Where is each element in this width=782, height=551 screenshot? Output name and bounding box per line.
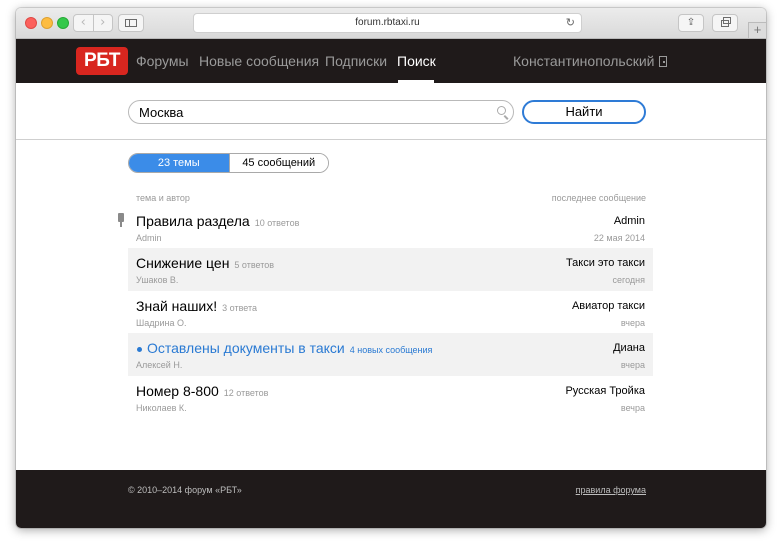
topic-author: Шадрина О. <box>136 318 187 328</box>
nav-search[interactable]: Поиск <box>397 39 436 83</box>
table-row[interactable]: Правила раздела 10 ответов Admin Admin 22… <box>118 206 653 249</box>
new-message-count: 4 новых сообщения <box>349 345 433 355</box>
show-tabs-button[interactable] <box>712 14 738 32</box>
topic-title-text: Оставлены документы в такси <box>147 340 345 356</box>
topic-title-text: Снижение цен <box>136 255 230 271</box>
topic-title[interactable]: Снижение цен 5 ответов <box>136 255 274 271</box>
user-name: Константинопольский <box>513 53 655 69</box>
sidebar-icon <box>125 19 137 27</box>
topic-title-text: Номер 8-800 <box>136 383 219 399</box>
topic-title[interactable]: Номер 8-800 12 ответов <box>136 383 268 399</box>
browser-titlebar: ‹ › forum.rbtaxi.ru ↻ ⇪ + <box>16 8 766 39</box>
logout-door-icon[interactable] <box>659 56 668 67</box>
table-row[interactable]: Оставлены документы в такси 4 новых сообщ… <box>128 333 653 376</box>
share-icon: ⇪ <box>686 17 696 28</box>
nav-forums[interactable]: Форумы <box>136 39 189 83</box>
user-menu[interactable]: Константинопольский <box>513 39 668 83</box>
site-navbar: РБТ Форумы Новые сообщения Подписки Поис… <box>16 39 766 83</box>
address-bar[interactable]: forum.rbtaxi.ru ↻ <box>193 13 582 33</box>
last-message-date: сегодня <box>612 275 646 285</box>
reply-count: 3 ответа <box>222 303 258 313</box>
last-message-author[interactable]: Диана <box>613 342 645 354</box>
reload-icon[interactable]: ↻ <box>566 14 575 32</box>
topic-title[interactable]: Знай наших! 3 ответа <box>136 298 257 314</box>
topic-title[interactable]: Правила раздела 10 ответов <box>136 213 299 229</box>
plus-icon: + <box>753 22 762 37</box>
new-tab-button[interactable]: + <box>748 22 766 38</box>
site-logo[interactable]: РБТ <box>76 47 128 75</box>
topic-author: Николаев К. <box>136 403 187 413</box>
table-row[interactable]: Номер 8-800 12 ответов Николаев К. Русска… <box>128 376 653 419</box>
pin-icon <box>118 213 124 227</box>
last-message-author[interactable]: Русская Тройка <box>565 385 645 397</box>
address-url: forum.rbtaxi.ru <box>355 17 420 28</box>
find-button[interactable]: Найти <box>522 100 646 124</box>
table-row[interactable]: Знай наших! 3 ответа Шадрина О. Авиатор т… <box>128 291 653 334</box>
zoom-window-icon[interactable] <box>57 17 69 29</box>
tab-messages[interactable]: 45 сообщений <box>228 154 328 172</box>
reply-count: 12 ответов <box>223 388 269 398</box>
reply-count: 5 ответов <box>234 260 275 270</box>
search-icon <box>497 106 506 115</box>
topic-title[interactable]: Оставлены документы в такси 4 новых сообщ… <box>147 340 432 356</box>
copyright-text: © 2010–2014 форум «РБТ» <box>128 485 242 495</box>
last-message-author[interactable]: Admin <box>614 215 645 227</box>
share-button[interactable]: ⇪ <box>678 14 704 32</box>
forward-chevron-icon[interactable]: › <box>94 15 113 31</box>
search-input[interactable] <box>128 100 514 124</box>
search-bar: Найти <box>16 83 766 140</box>
tabs-icon <box>721 17 731 27</box>
last-message-author[interactable]: Авиатор такси <box>572 300 645 312</box>
nav-new-messages[interactable]: Новые сообщения <box>199 39 319 83</box>
last-message-date: вчера <box>620 360 645 370</box>
minimize-window-icon[interactable] <box>41 17 53 29</box>
forum-rules-link[interactable]: правила форума <box>576 485 646 495</box>
last-message-date: 22 мая 2014 <box>593 233 645 243</box>
table-row[interactable]: Снижение цен 5 ответов Ушаков В. Такси эт… <box>128 248 653 291</box>
topic-title-text: Знай наших! <box>136 298 218 314</box>
close-window-icon[interactable] <box>25 17 37 29</box>
nav-subscriptions[interactable]: Подписки <box>325 39 387 83</box>
column-header-topic: тема и автор <box>136 193 190 203</box>
last-message-author[interactable]: Такси это такси <box>566 257 645 269</box>
site-footer: © 2010–2014 форум «РБТ» правила форума <box>16 470 766 528</box>
results-type-toggle: 23 темы 45 сообщений <box>128 153 329 173</box>
browser-window: ‹ › forum.rbtaxi.ru ↻ ⇪ + РБТ Форумы Нов… <box>16 8 766 528</box>
topic-author: Ушаков В. <box>136 275 179 285</box>
back-chevron-icon[interactable]: ‹ <box>74 15 94 31</box>
topic-title-text: Правила раздела <box>136 213 250 229</box>
topic-author: Алексей Н. <box>136 360 183 370</box>
column-header-last-message: последнее сообщение <box>551 193 646 203</box>
last-message-date: вчера <box>620 318 645 328</box>
unread-dot-icon <box>137 347 142 352</box>
last-message-date: вечра <box>620 403 645 413</box>
topic-author: Admin <box>136 233 162 243</box>
tab-topics[interactable]: 23 темы <box>129 154 229 172</box>
sidebar-toggle-button[interactable] <box>118 14 144 32</box>
reply-count: 10 ответов <box>254 218 300 228</box>
history-buttons: ‹ › <box>73 14 113 32</box>
